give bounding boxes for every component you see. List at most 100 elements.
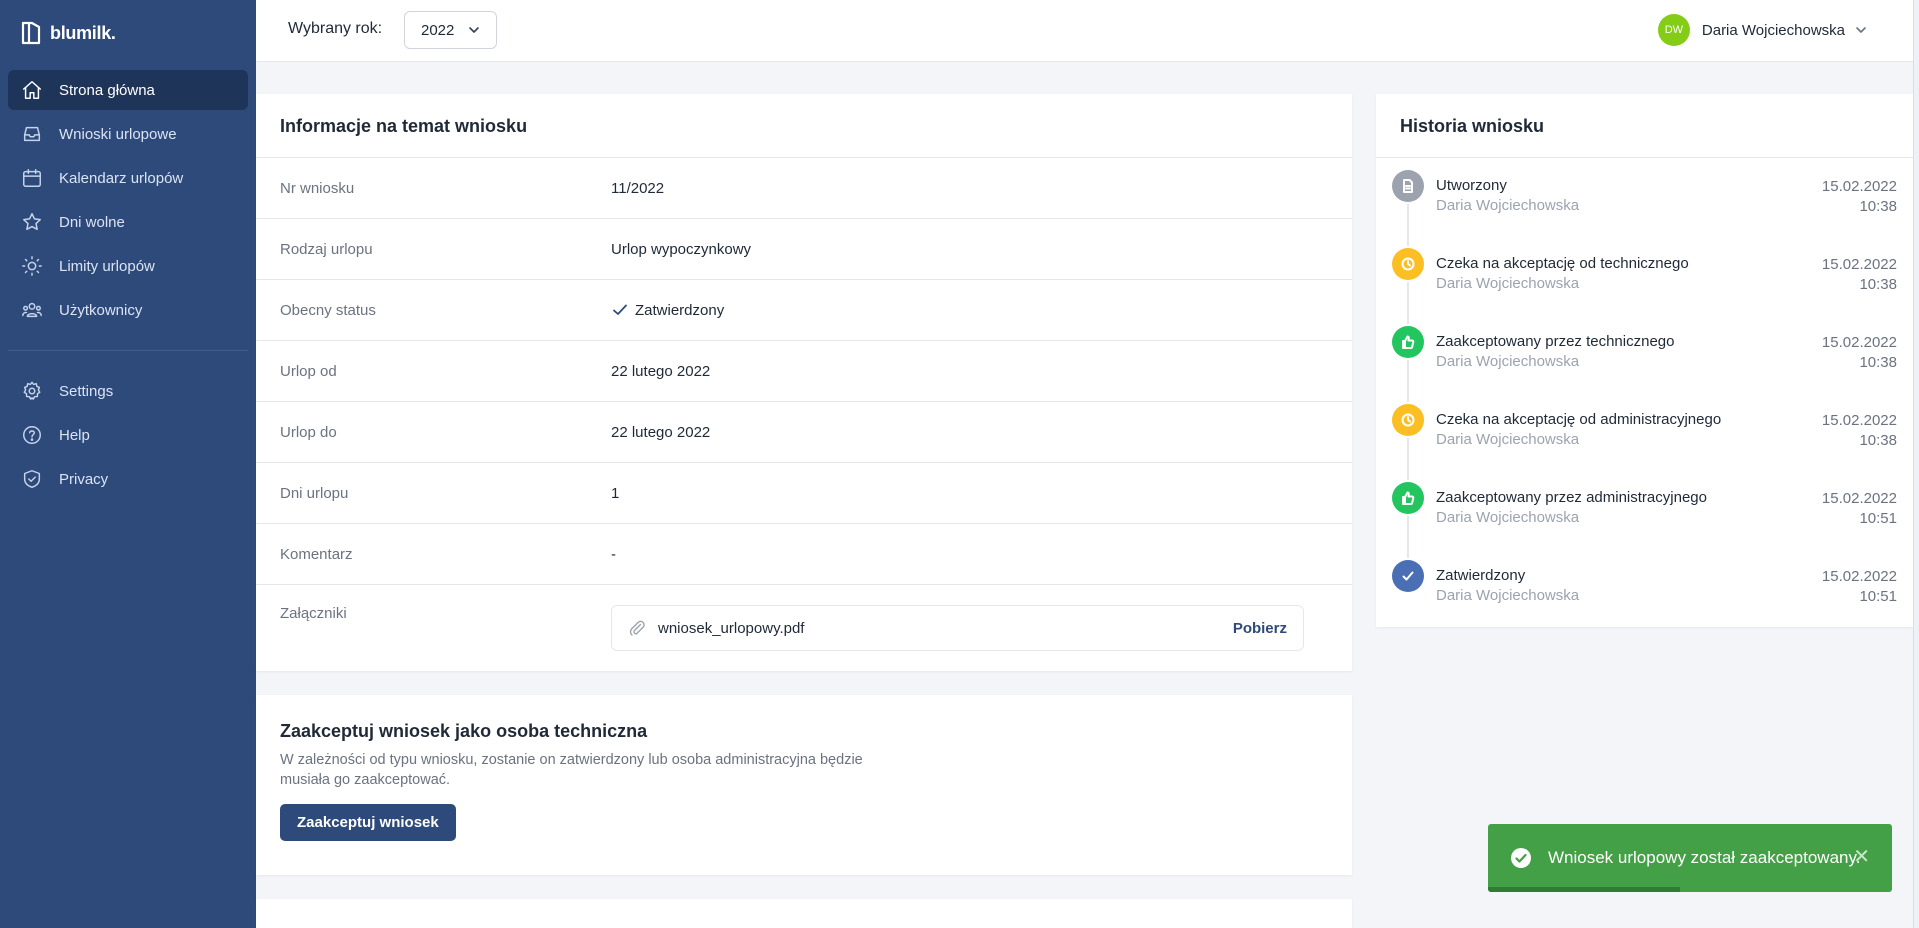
sidebar-item-settings[interactable]: Settings — [8, 371, 248, 411]
sidebar-item-label: Dni wolne — [59, 213, 125, 231]
info-label: Obecny status — [280, 301, 376, 319]
star-icon — [20, 210, 44, 234]
info-row-number: Nr wniosku 11/2022 — [256, 158, 1352, 219]
history-item-user: Daria Wojciechowska — [1436, 275, 1580, 292]
accept-description: W zależności od typu wniosku, zostanie o… — [280, 752, 863, 788]
history-card: Historia wniosku Utworzony Daria Wojciech… — [1376, 94, 1913, 627]
history-item-title: Utworzony — [1436, 177, 1507, 194]
top-bar: Wybrany rok: 2022 DW Daria Wojciechowska — [256, 0, 1919, 62]
avatar: DW — [1657, 14, 1690, 46]
history-item-time: 10:38 — [1859, 198, 1897, 215]
history-item: Utworzony Daria Wojciechowska 15.02.2022 1… — [1392, 170, 1897, 248]
status-text: Zatwierdzony — [635, 301, 725, 319]
user-name: Daria Wojciechowska — [1701, 21, 1845, 39]
sidebar-item-wnioski-urlopowe[interactable]: Wnioski urlopowe — [8, 114, 248, 154]
accept-request-button[interactable]: Zaakceptuj wniosek — [280, 804, 456, 841]
page-scrollbar[interactable] — [1913, 0, 1919, 928]
history-item-date: 15.02.2022 — [1821, 568, 1897, 585]
info-value: - — [611, 545, 616, 563]
attachment-item: wniosek_urlopowy.pdf Pobierz — [611, 605, 1304, 651]
sidebar-item-label: Wnioski urlopowe — [59, 125, 177, 143]
history-item-title: Zaakceptowany przez technicznego — [1436, 333, 1675, 350]
download-link[interactable]: Pobierz — [1233, 620, 1287, 637]
history-item-user: Daria Wojciechowska — [1436, 509, 1580, 526]
history-title: Historia wniosku — [1376, 94, 1913, 158]
info-row-type: Rodzaj urlopu Urlop wypoczynkowy — [256, 219, 1352, 280]
history-item-datetime: 15.02.2022 10:38 — [1822, 177, 1897, 217]
sidebar-item-label: Kalendarz urlopów — [59, 169, 184, 187]
attachment-filename: wniosek_urlopowy.pdf — [658, 619, 805, 637]
status-value: Zatwierdzony — [611, 301, 724, 319]
info-value: 22 lutego 2022 — [611, 362, 711, 380]
history-item-time: 10:51 — [1859, 510, 1897, 527]
accept-card: Zaakceptuj wniosek jako osoba techniczna… — [256, 695, 1352, 875]
thumb-up-icon — [1392, 482, 1424, 514]
close-icon[interactable]: ✕ — [1853, 847, 1870, 867]
history-item-time: 10:38 — [1859, 354, 1897, 371]
history-item-datetime: 15.02.2022 10:51 — [1822, 567, 1897, 607]
next-card — [256, 899, 1352, 928]
info-label: Nr wniosku — [280, 179, 355, 197]
sidebar-item-label: Limity urlopów — [59, 257, 155, 275]
info-value: 22 lutego 2022 — [611, 423, 711, 441]
sidebar-item-strona-glowna[interactable]: Strona główna — [8, 70, 248, 110]
check-circle-icon — [1511, 848, 1531, 868]
info-label: Urlop od — [280, 362, 337, 380]
sidebar-item-label: Settings — [59, 382, 114, 400]
info-label: Rodzaj urlopu — [280, 240, 373, 258]
history-item-time: 10:38 — [1859, 432, 1897, 449]
history-item-date: 15.02.2022 — [1821, 334, 1897, 351]
calendar-icon — [20, 166, 44, 190]
chevron-down-icon — [469, 27, 479, 33]
request-info-title: Informacje na temat wniosku — [256, 94, 1352, 158]
toast-message: Wniosek urlopowy został zaakceptowany. — [1548, 848, 1861, 867]
history-item: Czeka na akceptację od technicznego Daria… — [1392, 248, 1897, 326]
info-row-days: Dni urlopu 1 — [256, 463, 1352, 524]
history-item-user: Daria Wojciechowska — [1436, 431, 1580, 448]
sidebar-item-kalendarz-urlopow[interactable]: Kalendarz urlopów — [8, 158, 248, 198]
history-item-title: Czeka na akceptację od administracyjnego — [1436, 411, 1722, 428]
info-row-from: Urlop od 22 lutego 2022 — [256, 341, 1352, 402]
history-item-title: Zatwierdzony — [1436, 567, 1526, 584]
sidebar-nav: Strona główna Wnioski urlopowe Kalendarz… — [8, 70, 248, 503]
history-item-date: 15.02.2022 — [1821, 256, 1897, 273]
history-item-title: Czeka na akceptację od technicznego — [1436, 255, 1689, 272]
year-value: 2022 — [421, 21, 455, 39]
sidebar-item-dni-wolne[interactable]: Dni wolne — [8, 202, 248, 242]
success-toast: Wniosek urlopowy został zaakceptowany. ✕ — [1488, 824, 1892, 892]
history-item-datetime: 15.02.2022 10:38 — [1822, 333, 1897, 373]
users-icon — [20, 298, 44, 322]
history-item-datetime: 15.02.2022 10:38 — [1822, 411, 1897, 451]
inbox-icon — [20, 122, 44, 146]
logo-icon — [21, 21, 41, 45]
sidebar-divider — [8, 350, 248, 351]
sidebar-item-label: Strona główna — [59, 81, 155, 99]
info-label: Urlop do — [280, 423, 337, 441]
info-value: 11/2022 — [611, 179, 665, 197]
sidebar-item-uzytkownicy[interactable]: Użytkownicy — [8, 290, 248, 330]
document-icon — [1392, 170, 1424, 202]
paperclip-icon — [629, 620, 645, 636]
info-label: Załączniki — [280, 605, 347, 622]
check-icon — [1392, 560, 1424, 592]
user-menu[interactable]: DW Daria Wojciechowska — [1657, 14, 1867, 46]
year-select[interactable]: 2022 — [404, 11, 497, 49]
history-item-datetime: 15.02.2022 10:51 — [1822, 489, 1897, 529]
history-item-date: 15.02.2022 — [1821, 490, 1897, 507]
sidebar-item-privacy[interactable]: Privacy — [8, 459, 248, 499]
history-list: Utworzony Daria Wojciechowska 15.02.2022 1… — [1376, 158, 1913, 638]
history-item-date: 15.02.2022 — [1821, 412, 1897, 429]
history-item-time: 10:51 — [1859, 588, 1897, 605]
brand-logo[interactable]: blumilk. — [20, 20, 116, 46]
shield-icon — [20, 467, 44, 491]
history-item: Zatwierdzony Daria Wojciechowska 15.02.20… — [1392, 560, 1897, 638]
history-item-title: Zaakceptowany przez administracyjnego — [1436, 489, 1707, 506]
history-item-user: Daria Wojciechowska — [1436, 197, 1580, 214]
sun-icon — [20, 254, 44, 278]
sidebar-item-limity-urlopow[interactable]: Limity urlopów — [8, 246, 248, 286]
info-row-attachments: Załączniki wniosek_urlopowy.pdf Pobierz — [256, 585, 1352, 651]
sidebar-item-help[interactable]: Help — [8, 415, 248, 455]
accept-title: Zaakceptuj wniosek jako osoba techniczna — [280, 721, 648, 741]
history-item-user: Daria Wojciechowska — [1436, 353, 1580, 370]
history-item-time: 10:38 — [1859, 276, 1897, 293]
